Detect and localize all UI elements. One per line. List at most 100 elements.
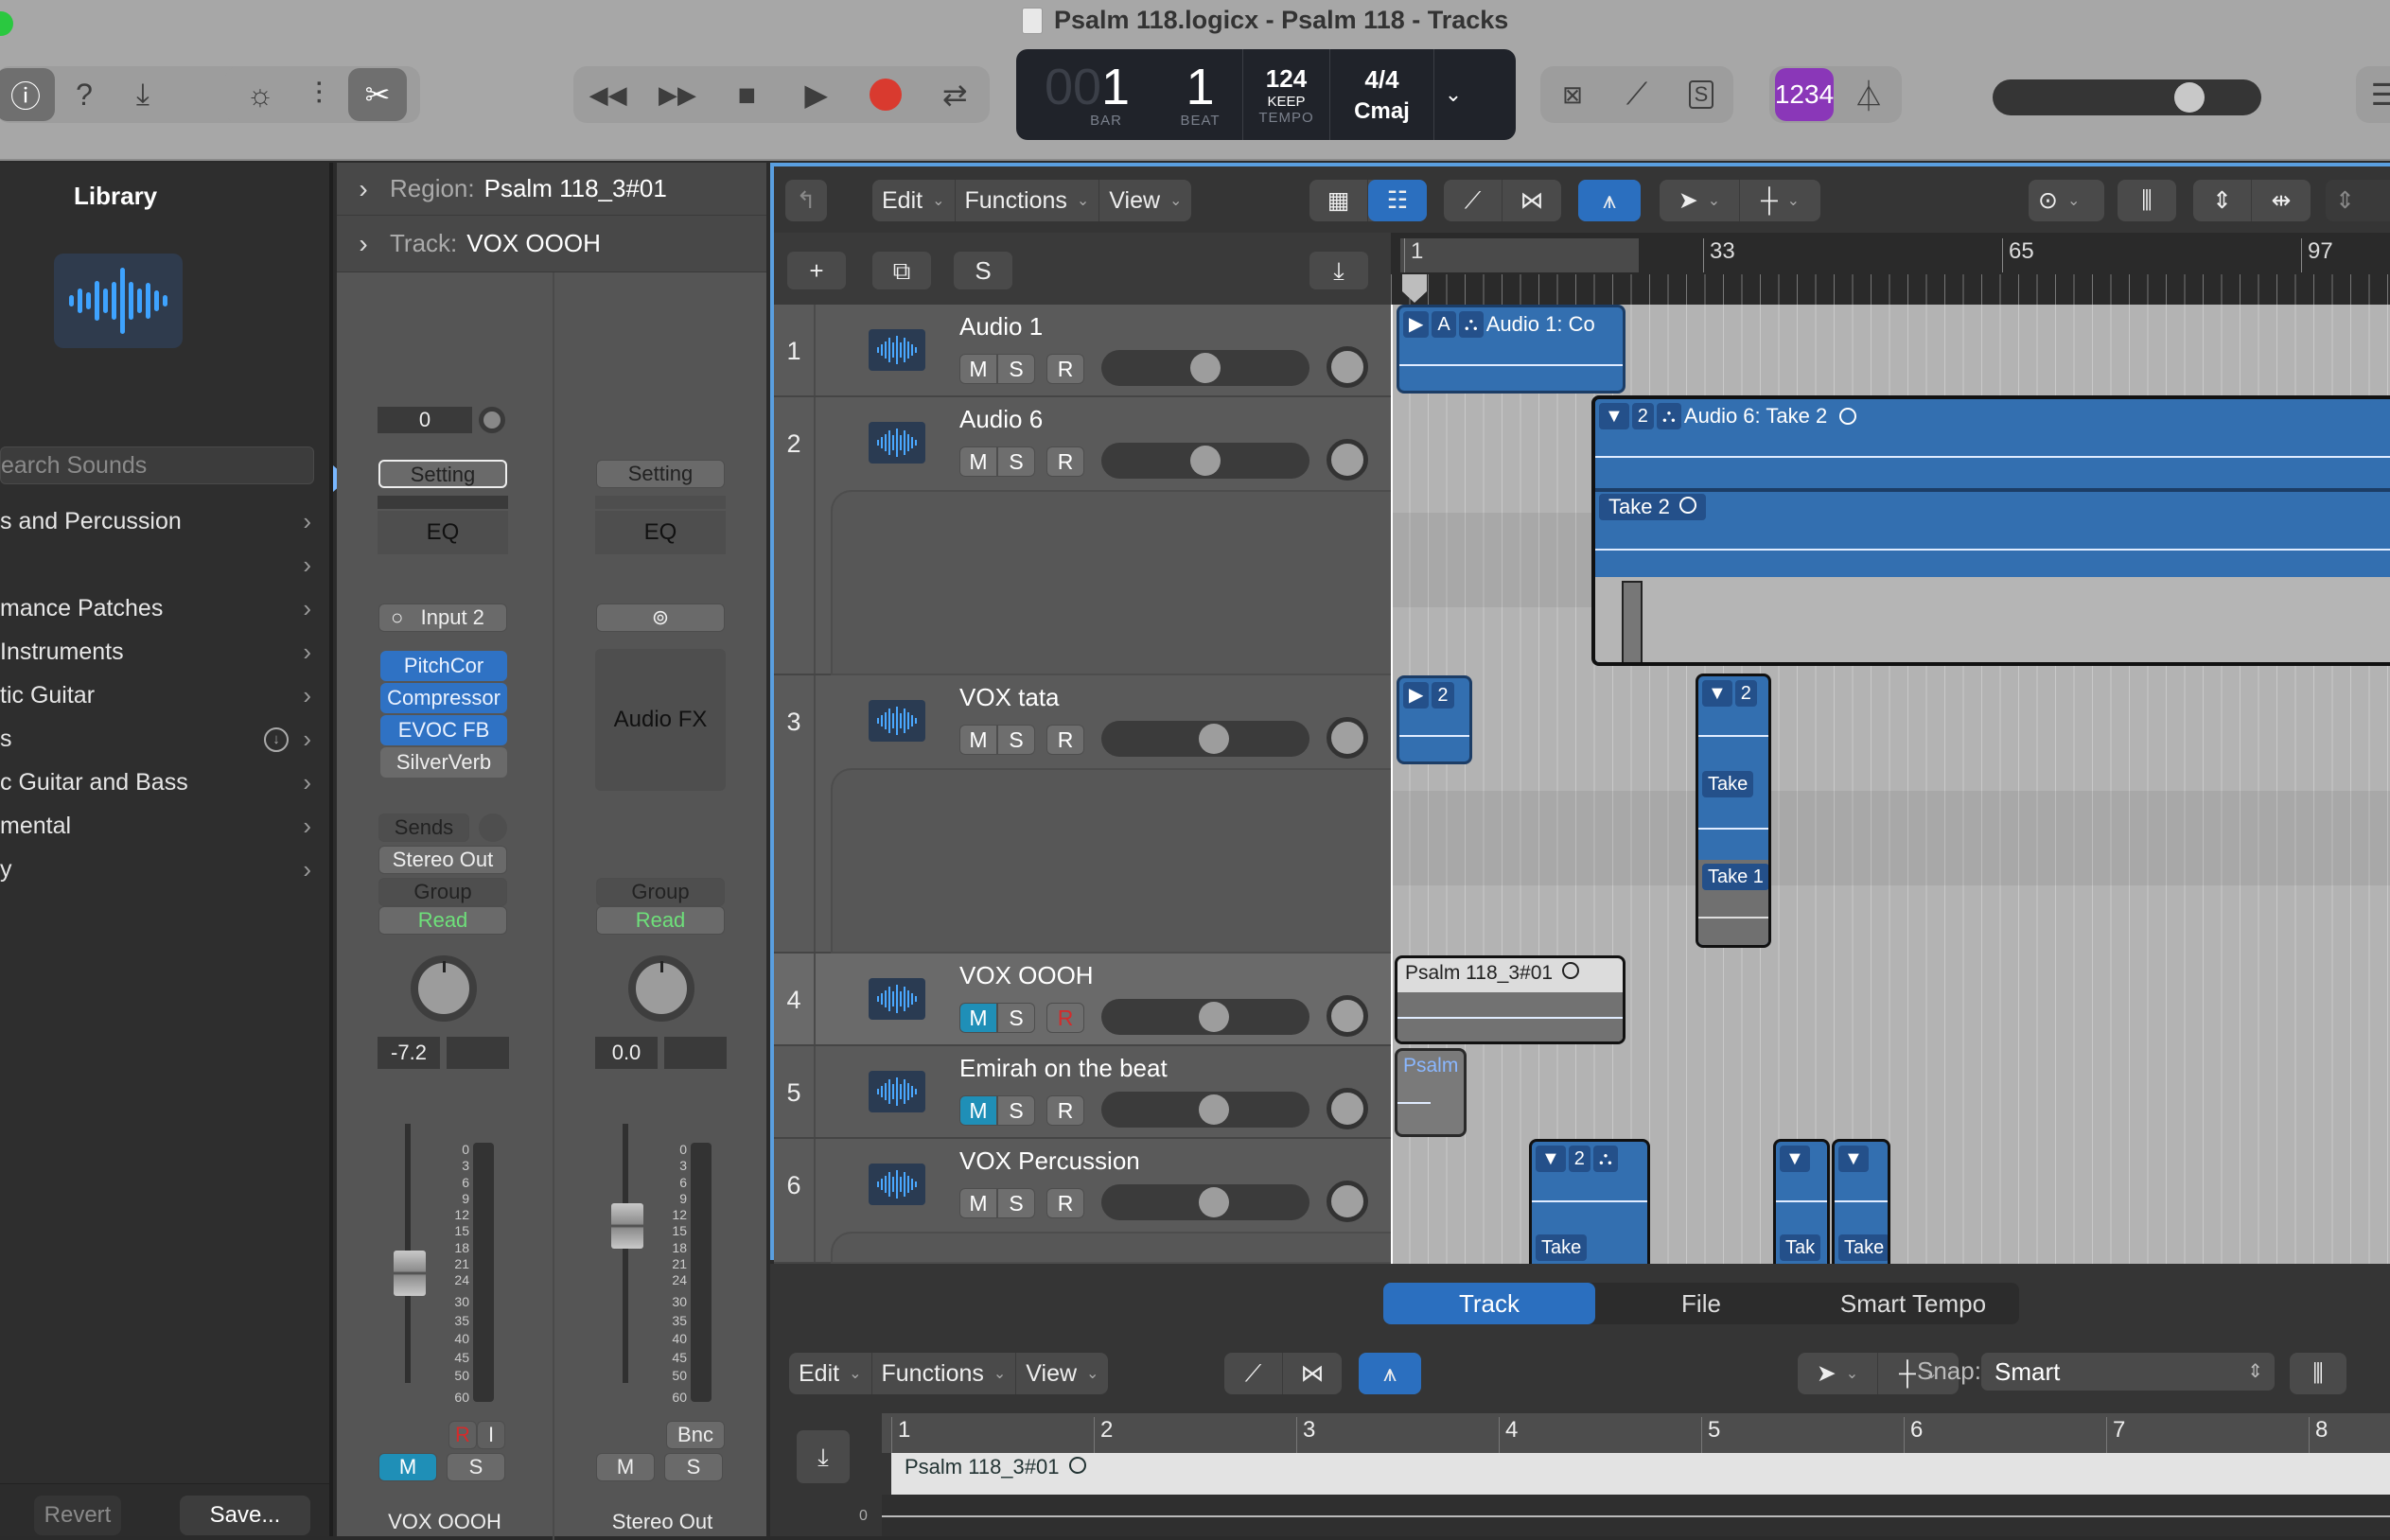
track-header[interactable]: 6 VOX Percussion M S R [774, 1139, 1398, 1264]
view-menu[interactable]: View ⌄ [1016, 1353, 1108, 1394]
track-record-button[interactable]: R [1046, 446, 1084, 477]
master-volume-knob[interactable] [2174, 82, 2205, 113]
metronome-button[interactable]: ⏃ [1839, 68, 1898, 121]
flex-button[interactable]: ⋈ [1503, 180, 1561, 221]
volume-field[interactable]: 0.0 [595, 1037, 658, 1069]
track-mute-button[interactable]: M [959, 446, 997, 477]
volume-fader-track[interactable] [623, 1124, 628, 1383]
track-volume-slider[interactable] [1101, 999, 1309, 1035]
stop-button[interactable]: ■ [717, 68, 776, 121]
take-label[interactable]: Take [1838, 1234, 1888, 1261]
view-menu[interactable]: View ⌄ [1099, 180, 1191, 221]
revert-button[interactable]: Revert [34, 1496, 121, 1535]
track-volume-slider[interactable] [1101, 1092, 1309, 1128]
track-volume-knob[interactable] [1190, 353, 1221, 383]
sends-button[interactable]: Sends [378, 814, 469, 842]
waveform-zoom-button[interactable]: ⫼ [2118, 180, 2176, 221]
track-mute-button[interactable]: M [959, 354, 997, 384]
catch-playhead-button[interactable]: ⩚ [1578, 180, 1641, 221]
horizontal-zoom-button[interactable]: ⇹ [2252, 180, 2311, 221]
sends-slot[interactable] [479, 814, 507, 842]
track-header[interactable]: 5 Emirah on the beat M S R [774, 1046, 1391, 1139]
rewind-button[interactable]: ◀◀ [579, 68, 638, 121]
setting-button[interactable]: Setting [378, 460, 507, 488]
pointer-tool-menu[interactable]: ➤ ⌄ [1798, 1353, 1878, 1394]
track-record-button[interactable]: R [1046, 1003, 1084, 1033]
lcd-menu-button[interactable]: ⌄ [1434, 49, 1472, 140]
library-category-item[interactable]: Instruments › [0, 630, 326, 674]
track-volume-knob[interactable] [1199, 1094, 1230, 1125]
pan-knob[interactable] [628, 955, 694, 1022]
track-volume-knob[interactable] [1190, 446, 1221, 476]
snap-select[interactable]: Smart ⇕ [1981, 1353, 2275, 1391]
plugin-slot[interactable]: PitchCor [380, 651, 507, 681]
take-2-label[interactable]: Take 2 [1599, 494, 1706, 520]
take-label[interactable]: Take [1702, 771, 1754, 797]
track-name[interactable]: Audio 1 [959, 312, 1043, 341]
take-folder-audio-6[interactable]: ▼ 2 ⛬ Audio 6: Take 2 Take 2 [1591, 395, 2390, 666]
automation-button[interactable]: ⟋ [1444, 180, 1503, 221]
tab-file[interactable]: File [1595, 1283, 1807, 1324]
pan-knob[interactable] [411, 955, 477, 1022]
tracks-view-button[interactable]: ☷ [1368, 180, 1427, 221]
library-category-item[interactable]: y › [0, 848, 326, 891]
mute-button[interactable]: M [378, 1453, 437, 1481]
track-pan-knob[interactable] [1327, 346, 1368, 388]
take-label[interactable]: Tak [1780, 1234, 1821, 1261]
library-category-item[interactable]: s ↓ › [0, 717, 326, 761]
track-solo-button[interactable]: S [997, 725, 1035, 755]
count-in-button[interactable]: 1234 [1775, 68, 1834, 121]
fast-forward-button[interactable]: ▶▶ [648, 68, 707, 121]
editor-region-header[interactable]: Psalm 118_3#01 [891, 1453, 2390, 1495]
grid-view-button[interactable]: ▦ [1309, 180, 1368, 221]
track-solo-button[interactable]: S [997, 1003, 1035, 1033]
lcd-display[interactable]: 001 BAR 1 BEAT 124 KEEP TEMPO 4/4 Cmaj ⌄ [1016, 49, 1516, 140]
record-enable-button[interactable]: R [448, 1421, 477, 1449]
signature-key-display[interactable]: 4/4 Cmaj [1330, 49, 1434, 140]
take-label[interactable]: Take [1536, 1234, 1588, 1261]
tab-track[interactable]: Track [1383, 1283, 1595, 1324]
track-mute-button[interactable]: M [959, 1188, 997, 1218]
track-name[interactable]: VOX tata [959, 683, 1060, 712]
group-button[interactable]: Group [378, 878, 507, 906]
functions-menu[interactable]: Functions ⌄ [872, 1353, 1017, 1394]
track-volume-slider[interactable] [1101, 721, 1309, 757]
automation-mode-button[interactable]: Read [596, 906, 725, 935]
input-monitor-button[interactable]: I [477, 1421, 505, 1449]
record-button[interactable] [856, 68, 915, 121]
smart-controls-button[interactable]: ☼ [231, 68, 290, 121]
inspector-button[interactable]: ⓘ [0, 68, 55, 121]
region-inspector-header[interactable]: › Region: Psalm 118_3#01 [337, 163, 766, 216]
track-record-button[interactable]: R [1046, 1095, 1084, 1126]
solo-button[interactable]: S [447, 1453, 505, 1481]
track-volume-slider[interactable] [1101, 350, 1309, 386]
duplicate-track-button[interactable]: ⧉ [872, 252, 931, 289]
catch-playhead-button[interactable]: ⩚ [1359, 1353, 1421, 1394]
add-track-button[interactable]: + [787, 252, 846, 289]
tab-smart-tempo[interactable]: Smart Tempo [1807, 1283, 2019, 1324]
track-pan-knob[interactable] [1327, 995, 1368, 1037]
region-audio-1[interactable]: ▶ A ⛬ Audio 1: Co [1397, 305, 1626, 394]
track-download-button[interactable]: ⤓ [1309, 252, 1368, 289]
track-pan-knob[interactable] [1327, 439, 1368, 481]
edit-menu[interactable]: Edit ⌄ [789, 1353, 872, 1394]
track-record-button[interactable]: R [1046, 1188, 1084, 1218]
take-folder-vox-percussion-2[interactable]: ▼ Tak [1773, 1139, 1830, 1264]
plugin-slot[interactable]: SilverVerb [380, 747, 507, 778]
stereo-format-button[interactable]: ⊚ [596, 604, 725, 632]
library-category-item[interactable]: tic Guitar › [0, 674, 326, 717]
solo-mode-button[interactable]: S [1672, 68, 1731, 121]
cycle-button[interactable]: ⇄ [925, 68, 984, 121]
track-mute-button[interactable]: M [959, 1095, 997, 1126]
mixer-button[interactable]: ⫶ [290, 68, 348, 121]
region-emirah[interactable]: Psalm [1395, 1048, 1467, 1137]
editor-ruler[interactable]: 1 2 3 4 5 6 7 8 [882, 1413, 2390, 1453]
solo-button[interactable]: S [664, 1453, 723, 1481]
bar-ruler[interactable]: 1 33 65 97 [1391, 233, 2390, 305]
editor-download-button[interactable]: ⤓ [797, 1430, 850, 1483]
flex-button[interactable]: ⋈ [1283, 1353, 1342, 1394]
track-volume-knob[interactable] [1199, 1187, 1230, 1217]
volume-field[interactable]: -7.2 [378, 1037, 440, 1069]
track-solo-button[interactable]: S [997, 1095, 1035, 1126]
tempo-display[interactable]: 124 KEEP TEMPO [1243, 49, 1330, 140]
